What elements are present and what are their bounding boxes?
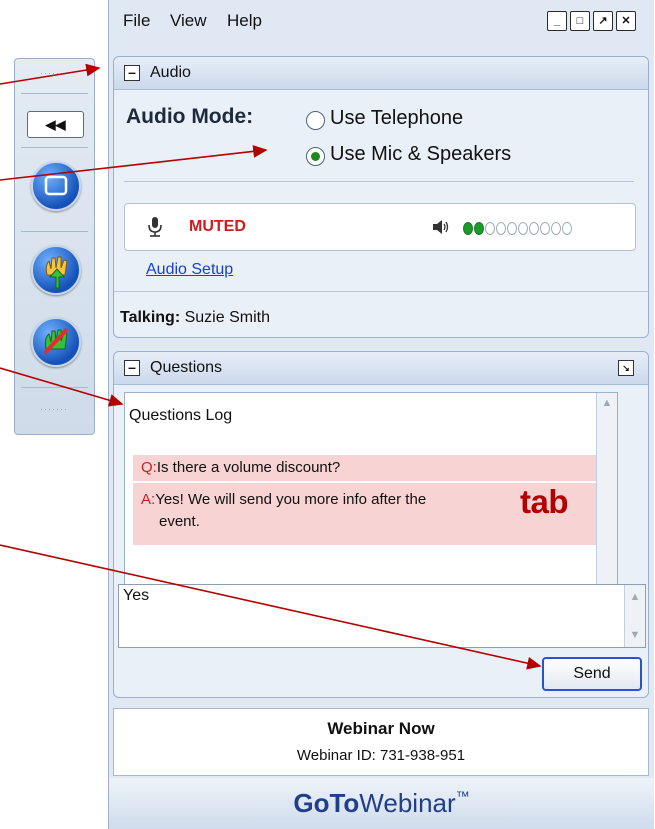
- use-telephone-label[interactable]: Use Telephone: [330, 107, 463, 130]
- question-input[interactable]: Yes ▲ ▼: [118, 584, 646, 648]
- audio-panel-header[interactable]: – Audio: [114, 57, 648, 90]
- audio-panel: – Audio Audio Mode: Use Telephone Use Mi…: [113, 56, 649, 338]
- questions-panel: – Questions ↘ Questions Log Q:Is there a…: [113, 351, 649, 698]
- question-text: Q:Is there a volume discount?: [141, 457, 340, 479]
- level-dot: [551, 222, 561, 235]
- question-prefix: Q:: [141, 459, 157, 476]
- popout-button[interactable]: ↗: [593, 11, 613, 31]
- menu-help[interactable]: Help: [227, 11, 262, 31]
- raise-hand-button[interactable]: [31, 245, 81, 295]
- question-entry[interactable]: Q:Is there a volume discount?: [133, 455, 609, 481]
- level-dot: [463, 222, 473, 235]
- answer-prefix: A:: [141, 491, 156, 508]
- level-dot: [529, 222, 539, 235]
- annotation-label: tab: [520, 483, 569, 520]
- divider: [21, 147, 88, 148]
- menu-bar: File View Help _ □ ↗ ✕: [109, 0, 654, 42]
- send-button[interactable]: Send: [542, 657, 642, 691]
- level-dot: [507, 222, 517, 235]
- collapse-control-panel-button[interactable]: ◀◀: [27, 111, 84, 138]
- use-mic-speakers-radio[interactable]: [306, 147, 325, 166]
- divider: [21, 231, 88, 232]
- questions-panel-header[interactable]: – Questions ↘: [114, 352, 648, 385]
- divider: [124, 181, 634, 182]
- audio-setup-link[interactable]: Audio Setup: [146, 261, 233, 279]
- question-input-value: Yes: [123, 587, 150, 604]
- raise-hand-icon: [45, 256, 68, 289]
- logo-part-2: Webinar: [359, 788, 456, 818]
- input-scrollbar[interactable]: ▲ ▼: [624, 585, 645, 647]
- level-dot: [496, 222, 506, 235]
- level-dot: [485, 222, 495, 235]
- questions-panel-title: Questions: [150, 359, 223, 376]
- window-icon: [44, 175, 68, 196]
- grip-bottom-icon[interactable]: ·······: [29, 401, 79, 417]
- questions-log-title: Questions Log: [129, 407, 233, 424]
- talking-indicator: Talking: Suzie Smith: [120, 309, 270, 327]
- mute-toggle-button[interactable]: [31, 317, 81, 367]
- logo-tm: ™: [455, 788, 470, 804]
- control-panel-window: File View Help _ □ ↗ ✕ – Audio Audio Mod…: [108, 0, 654, 829]
- restore-button[interactable]: □: [570, 11, 590, 31]
- brand-bar: GoToWebinar™: [109, 778, 654, 829]
- muted-status: MUTED: [189, 218, 246, 235]
- grip-top-icon[interactable]: ·······: [29, 65, 79, 81]
- answer-line-1: Yes! We will send you more info after th…: [155, 491, 427, 508]
- hand-muted-icon: [43, 327, 69, 355]
- webinar-id: Webinar ID: 731-938-951: [296, 747, 466, 764]
- divider: [21, 387, 88, 388]
- scroll-up-icon[interactable]: ▲: [625, 587, 645, 607]
- popout-questions-icon[interactable]: ↘: [618, 360, 634, 376]
- answer-text: A:Yes! We will send you more info after …: [141, 489, 426, 533]
- use-mic-speakers-label[interactable]: Use Mic & Speakers: [330, 143, 511, 166]
- divider: [21, 93, 88, 94]
- webinar-info: Webinar Now Webinar ID: 731-938-951: [113, 708, 649, 776]
- level-dot: [518, 222, 528, 235]
- talking-label: Talking:: [120, 309, 181, 326]
- microphone-icon: [148, 217, 162, 237]
- webinar-name: Webinar Now: [327, 719, 435, 738]
- audio-status-box: MUTED: [124, 203, 636, 251]
- scroll-down-icon[interactable]: ▼: [625, 625, 645, 645]
- use-telephone-radio[interactable]: [306, 111, 325, 130]
- scroll-up-icon[interactable]: ▲: [597, 393, 617, 413]
- divider: [114, 291, 648, 292]
- audio-panel-title: Audio: [150, 64, 191, 81]
- close-button[interactable]: ✕: [616, 11, 636, 31]
- collapse-audio-icon[interactable]: –: [124, 65, 140, 81]
- show-hide-control-panel-button[interactable]: [31, 161, 81, 211]
- menu-file[interactable]: File: [123, 11, 150, 31]
- answer-line-2: event.: [159, 513, 200, 530]
- gotowebinar-logo: GoToWebinar™: [109, 788, 654, 819]
- menu-view[interactable]: View: [170, 11, 207, 31]
- collapse-questions-icon[interactable]: –: [124, 360, 140, 376]
- logo-part-1: GoTo: [293, 788, 360, 818]
- level-dot: [474, 222, 484, 235]
- minimize-button[interactable]: _: [547, 11, 567, 31]
- question-body: Is there a volume discount?: [156, 459, 341, 476]
- talking-name: Suzie Smith: [184, 309, 270, 326]
- speaker-icon: [433, 220, 449, 234]
- level-dot: [540, 222, 550, 235]
- level-dot: [562, 222, 572, 235]
- grab-tab-toolbar: ······· ◀◀ ·······: [14, 58, 95, 435]
- audio-mode-label: Audio Mode:: [126, 105, 254, 128]
